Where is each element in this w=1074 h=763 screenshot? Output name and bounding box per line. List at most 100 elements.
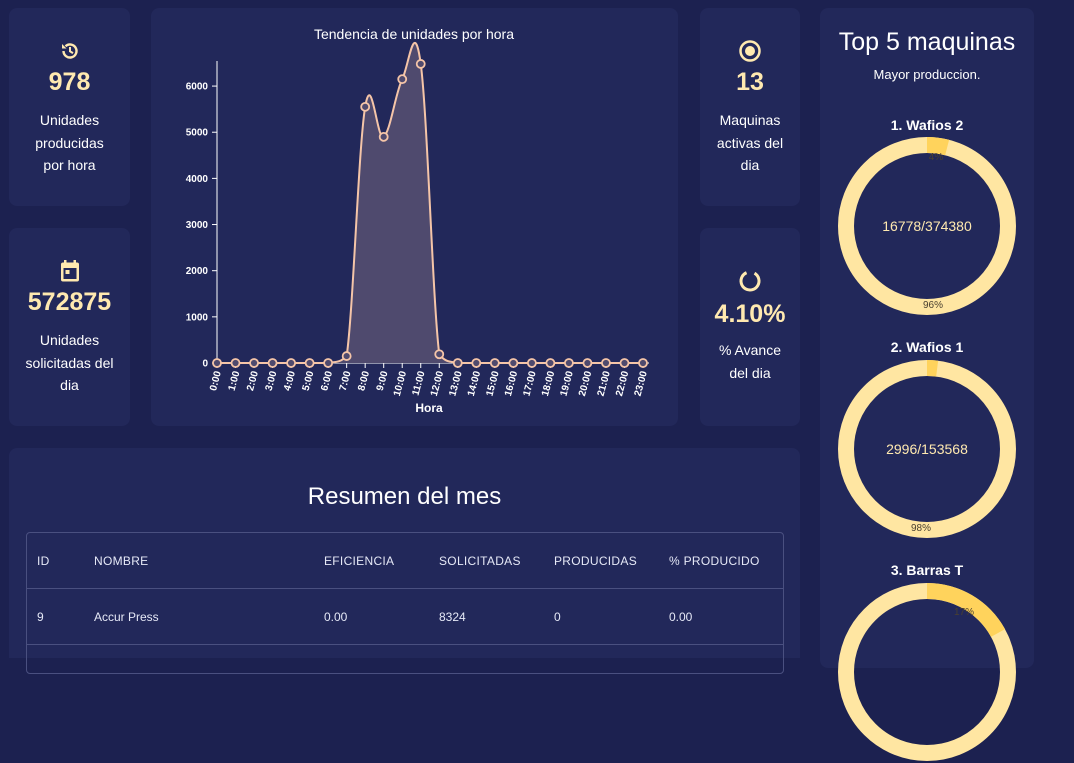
data-point[interactable] bbox=[378, 131, 389, 142]
hourly-trend-svg: Tendencia de unidades por hora Hora 0 100… bbox=[186, 26, 650, 415]
x-tick-label: 1:00 bbox=[227, 370, 243, 393]
data-point[interactable] bbox=[619, 358, 630, 368]
top-machines-subtitle: Mayor produccion. bbox=[873, 67, 981, 82]
cell-pct-produced: 0.00 bbox=[669, 610, 693, 624]
donut-center-value: 2996/153568 bbox=[886, 441, 968, 457]
x-tick-label: 11:00 bbox=[411, 370, 428, 397]
data-point[interactable] bbox=[323, 358, 334, 368]
x-tick-label: 6:00 bbox=[319, 370, 335, 393]
donut-done-label: 4% bbox=[929, 152, 944, 163]
data-point[interactable] bbox=[341, 351, 352, 361]
col-header-produced[interactable]: PRODUCIDAS bbox=[554, 554, 637, 568]
data-point[interactable] bbox=[638, 358, 648, 368]
requested-units-value: 572875 bbox=[27, 288, 112, 316]
data-point[interactable] bbox=[452, 358, 463, 368]
summary-title: Resumen del mes bbox=[307, 483, 502, 510]
units-per-hour-value: 978 bbox=[48, 68, 91, 96]
data-point[interactable] bbox=[471, 358, 482, 368]
x-tick-label: 16:00 bbox=[503, 370, 520, 398]
machine-name-1: 1. Wafios 2 bbox=[890, 117, 964, 133]
machine-donut-2[interactable]: 2996/153568 98% bbox=[836, 358, 1018, 540]
data-point[interactable] bbox=[564, 358, 574, 368]
units-per-hour-label: Unidades producidas por hora bbox=[35, 112, 104, 173]
machine-donut-3[interactable]: 17% bbox=[836, 581, 1018, 763]
x-tick-label: 22:00 bbox=[614, 370, 631, 398]
x-tick-label: 20:00 bbox=[577, 370, 594, 398]
x-tick-label: 14:00 bbox=[466, 370, 483, 398]
x-tick-label: 2:00 bbox=[245, 370, 261, 393]
data-point[interactable] bbox=[397, 74, 408, 85]
table-row[interactable]: 9 Accur Press 0.00 8324 0 0.00 bbox=[27, 589, 783, 645]
donut-rest-label: 98% bbox=[911, 523, 931, 534]
col-header-requested[interactable]: SOLICITADAS bbox=[439, 554, 521, 568]
x-tick-label: 10:00 bbox=[392, 370, 409, 398]
col-header-id[interactable]: ID bbox=[37, 554, 50, 568]
x-tick-label: 9:00 bbox=[375, 370, 391, 393]
y-tick-label: 4000 bbox=[186, 174, 209, 185]
data-point[interactable] bbox=[267, 358, 278, 368]
monthly-summary-card: Resumen del mes ID NOMBRE EFICIENCIA SOL… bbox=[9, 448, 800, 674]
donut-done-label: 17% bbox=[954, 607, 974, 618]
donut-rest-label: 96% bbox=[923, 300, 943, 311]
x-tick-label: 7:00 bbox=[338, 370, 354, 393]
hourly-trend-chart: Tendencia de unidades por hora Hora 0 100… bbox=[151, 8, 678, 426]
y-tick-label: 5000 bbox=[186, 128, 209, 139]
data-point[interactable] bbox=[304, 358, 315, 368]
x-tick-label: 21:00 bbox=[596, 370, 613, 398]
cell-name: Accur Press bbox=[94, 610, 159, 624]
x-tick-label: 3:00 bbox=[264, 370, 280, 393]
x-tick-label: 15:00 bbox=[484, 370, 501, 398]
data-point[interactable] bbox=[582, 358, 593, 368]
data-point[interactable] bbox=[489, 358, 500, 368]
x-tick-label: 19:00 bbox=[559, 370, 576, 398]
x-tick-label: 18:00 bbox=[540, 370, 557, 398]
data-point[interactable] bbox=[360, 101, 371, 112]
data-point[interactable] bbox=[230, 358, 241, 368]
x-tick-label: 5:00 bbox=[301, 370, 317, 393]
y-tick-label: 6000 bbox=[186, 82, 209, 93]
data-point[interactable] bbox=[286, 358, 296, 368]
table-header-row: ID NOMBRE EFICIENCIA SOLICITADAS PRODUCI… bbox=[27, 533, 783, 589]
cell-efficiency: 0.00 bbox=[324, 610, 348, 624]
data-point[interactable] bbox=[434, 349, 445, 360]
active-machines-label: Maquinas activas del dia bbox=[716, 112, 784, 173]
progress-ring-icon bbox=[738, 268, 762, 294]
machine-name-3: 3. Barras T bbox=[890, 562, 964, 578]
y-tick-label: 1000 bbox=[186, 312, 209, 323]
cell-produced: 0 bbox=[554, 610, 561, 624]
x-tick-label: 4:00 bbox=[282, 370, 298, 393]
data-point[interactable] bbox=[601, 358, 611, 368]
donut-center-value: 16778/374380 bbox=[882, 218, 972, 234]
active-machines-value: 13 bbox=[736, 68, 764, 96]
data-point[interactable] bbox=[508, 358, 519, 368]
progress-card: 4.10% % Avance del dia bbox=[700, 228, 800, 426]
y-tick-label: 0 bbox=[202, 359, 208, 370]
machine-donut-1[interactable]: 16778/374380 4% 96% bbox=[836, 135, 1018, 317]
data-point[interactable] bbox=[249, 358, 259, 368]
progress-label: % Avance del dia bbox=[718, 342, 781, 381]
active-machines-card: 13 Maquinas activas del dia bbox=[700, 8, 800, 206]
y-tick-label: 3000 bbox=[186, 220, 209, 231]
calendar-icon bbox=[59, 258, 81, 284]
cell-id: 9 bbox=[37, 610, 44, 624]
data-point[interactable] bbox=[212, 358, 222, 368]
col-header-pct-produced[interactable]: % PRODUCIDO bbox=[669, 554, 760, 568]
data-point[interactable] bbox=[415, 59, 426, 69]
x-tick-label: 0:00 bbox=[208, 370, 224, 393]
col-header-efficiency[interactable]: EFICIENCIA bbox=[324, 554, 394, 568]
x-tick-label: 23:00 bbox=[633, 370, 650, 398]
units-per-hour-card: 978 Unidades producidas por hora bbox=[9, 8, 130, 206]
col-header-name[interactable]: NOMBRE bbox=[94, 554, 148, 568]
top-machines-panel: Top 5 maquinas Mayor produccion. 1. Wafi… bbox=[820, 8, 1034, 761]
x-tick-label: 8:00 bbox=[356, 370, 372, 393]
chart-title: Tendencia de unidades por hora bbox=[314, 26, 514, 42]
data-point[interactable] bbox=[545, 358, 556, 368]
target-icon bbox=[738, 38, 762, 64]
requested-units-card: 572875 Unidades solicitadas del dia bbox=[9, 228, 130, 426]
progress-value: 4.10% bbox=[714, 300, 786, 328]
x-tick-label: 17:00 bbox=[522, 370, 539, 398]
data-point[interactable] bbox=[526, 358, 537, 368]
top-machines-title: Top 5 maquinas bbox=[838, 28, 1016, 56]
x-axis-title: Hora bbox=[415, 401, 443, 415]
history-icon bbox=[59, 38, 81, 64]
